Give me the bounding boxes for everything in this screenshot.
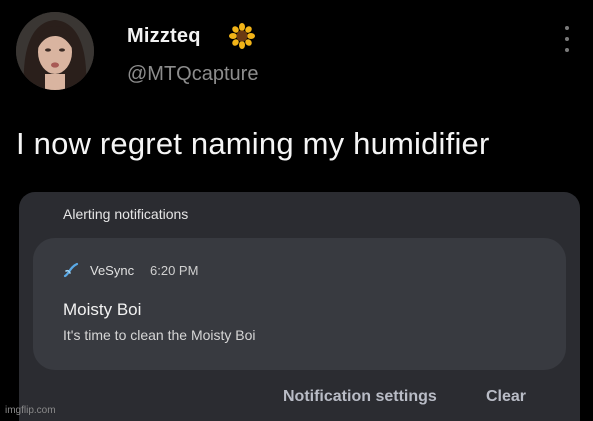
notification-body: It's time to clean the Moisty Boi [63, 327, 256, 343]
avatar-photo [16, 12, 94, 90]
more-options-icon[interactable] [561, 26, 573, 52]
notification-time: 6:20 PM [150, 263, 199, 278]
vesync-icon [63, 262, 79, 278]
tweet-header: Mizzteq @MTQcapture [0, 0, 593, 110]
notification-title: Moisty Boi [63, 300, 142, 319]
tweet-text: I now regret naming my humidifier [16, 126, 490, 161]
handle[interactable]: @MTQcapture [127, 63, 258, 86]
avatar[interactable] [16, 12, 94, 90]
watermark: imgflip.com [5, 405, 56, 416]
panel-title: Alerting notifications [63, 206, 189, 222]
app-name: VeSync [90, 263, 135, 278]
clear-button[interactable]: Clear [486, 388, 526, 406]
notification-card[interactable]: VeSync 6:20 PM Moisty Boi It's time to c… [33, 238, 566, 370]
display-name[interactable]: Mizzteq [127, 25, 201, 48]
sunflower-icon [229, 23, 255, 49]
notification-settings-button[interactable]: Notification settings [283, 388, 437, 406]
notification-panel: Alerting notifications VeSync 6:20 PM Mo… [19, 192, 580, 421]
